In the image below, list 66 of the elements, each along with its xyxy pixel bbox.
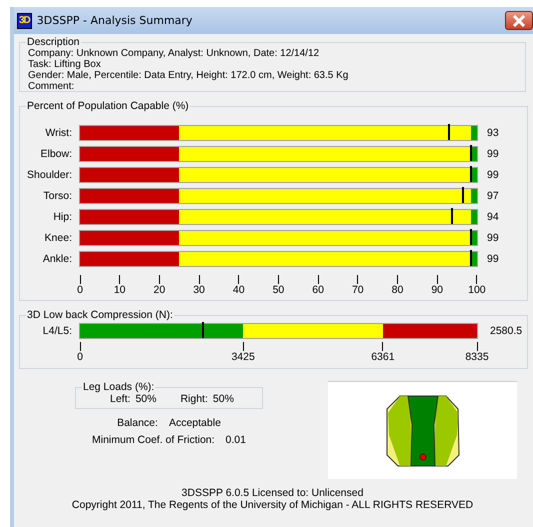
field-value: 0.01 [226,434,246,446]
value-text: 2580.5 [489,325,521,337]
tick-mark [238,275,240,284]
tick-mark [397,275,398,284]
tick-mark [119,275,120,284]
field-label: Left: [110,393,130,405]
axis-label: 8335 [465,351,489,363]
row-label: Torso: [42,190,72,202]
axis-label: 50 [272,284,284,296]
axis-label: 0 [77,284,83,296]
value-text: 99 [486,232,500,244]
value-text: 97 [486,190,500,202]
row-label: Knee: [44,232,72,244]
group-title: Leg Loads (%): [82,381,156,393]
group-title: Description [26,36,81,48]
footer-text: Copyright 2011, The Regents of the University of Michigan - ALL RIGHTS RESERVED [72,499,474,511]
tick-mark [158,275,160,284]
tick-mark [476,342,478,351]
tick-mark [436,275,438,284]
tick-mark [318,275,319,284]
field-value: Acceptable [168,417,221,429]
axis-label: 0 [77,351,83,363]
axis-label: 6361 [371,351,395,363]
row-label: L4/L5: [42,325,72,337]
tick-mark [357,275,358,284]
tick-mark [242,342,244,351]
tick-mark [382,342,384,351]
axis-label: 60 [312,284,324,296]
axis-label: 3425 [231,351,255,363]
axis-label: 20 [154,284,166,296]
value-text: 99 [486,253,500,265]
field-label: Balance: [117,417,158,429]
window-title: 3DSSPP - Analysis Summary [36,14,192,27]
app-icon: 3D [17,12,32,28]
tick-mark [476,275,478,284]
description-line: Task: Lifting Box [27,59,102,70]
close-icon [512,14,526,26]
field-label: Right: [180,393,208,405]
group-title: 3D Low back Compression (N): [26,309,174,321]
row-label: Ankle: [42,253,72,265]
axis-label: 90 [431,284,444,296]
tick-mark [278,275,279,284]
value-text: 99 [486,148,500,160]
value-text: 94 [486,211,500,223]
description-line: Gender: Male, Percentile: Data Entry, Height: 172.0 cm, Weight: 63.5 Kg [27,70,350,81]
value-text: 93 [486,127,500,139]
description-line: Company: Unknown Company, Analyst: Unknown, Date: 12/14/12 [27,48,320,59]
close-button[interactable] [505,11,533,30]
group-title: Percent of Population Capable (%) [26,100,190,112]
field-label: Minimum Coef. of Friction: [92,434,215,446]
axis-label: 30 [193,284,205,296]
description-line: Comment: [27,81,76,92]
axis-label: 80 [392,284,404,296]
row-label: Elbow: [39,148,72,160]
field-value: 50% [135,393,156,405]
row-label: Hip: [52,211,72,223]
axis-label: 70 [352,284,364,296]
value-text: 99 [486,169,500,181]
footer-text: 3DSSPP 6.0.5 Licensed to: Unlicensed [182,487,364,499]
axis-label: 100 [468,284,486,296]
tick-mark [198,275,200,284]
field-value: 50% [212,393,234,405]
axis-label: 40 [232,284,245,296]
axis-label: 10 [114,284,126,296]
row-label: Shoulder: [26,169,72,181]
row-label: Wrist: [44,127,72,139]
